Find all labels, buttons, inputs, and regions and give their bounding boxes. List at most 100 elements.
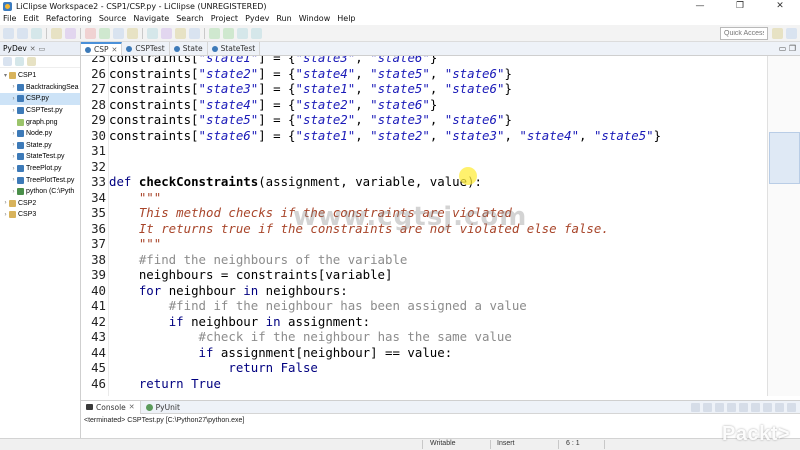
minimize-view-icon[interactable] [775, 403, 784, 412]
chevron-down-icon[interactable]: ▾ [2, 72, 9, 79]
print-icon[interactable] [65, 27, 76, 39]
close-icon[interactable]: ✕ [129, 403, 135, 411]
chevron-right-icon[interactable]: › [10, 177, 17, 183]
pydev-package-explorer: PyDev ✕ ▭ ▾ CSP1 › BacktrackingSea › CSP… [0, 42, 81, 450]
next-annotation-icon[interactable] [209, 27, 220, 39]
clear-console-icon[interactable] [715, 403, 724, 412]
code-line: 31 [81, 143, 767, 159]
tab-console[interactable]: Console ✕ [81, 400, 141, 414]
chevron-right-icon[interactable]: › [10, 108, 17, 114]
code-editor[interactable]: 25 constraints["state1"] = {"state3", "st… [81, 56, 767, 396]
minimize-button[interactable]: — [680, 0, 720, 12]
chevron-right-icon[interactable]: › [10, 189, 17, 195]
python-file-icon [17, 83, 24, 91]
pen-icon[interactable] [175, 27, 186, 39]
maximize-view-icon[interactable] [787, 403, 796, 412]
save-icon[interactable] [17, 27, 28, 39]
scrollbar-thumb[interactable] [769, 132, 800, 184]
explorer-tab[interactable]: PyDev ✕ ▭ [0, 42, 80, 56]
menu-project[interactable]: Project [211, 14, 238, 23]
chevron-right-icon[interactable]: › [10, 96, 17, 102]
code-line: 43 #check if the neighbour has the same … [81, 329, 767, 345]
run-icon[interactable] [99, 27, 110, 39]
menu-edit[interactable]: Edit [23, 14, 39, 23]
chevron-right-icon[interactable]: › [2, 200, 9, 206]
tree-item[interactable]: graph.png [0, 116, 80, 128]
menu-file[interactable]: File [3, 14, 16, 23]
tree-item[interactable]: › CSP2 [0, 198, 80, 210]
line-number: 41 [91, 298, 106, 313]
chevron-right-icon[interactable]: › [10, 142, 17, 148]
display-console-icon[interactable] [751, 403, 760, 412]
new-file-icon[interactable] [3, 27, 14, 39]
code-text: #check if the neighbour has the same val… [198, 329, 512, 344]
collapse-all-icon[interactable] [3, 57, 12, 66]
tab-csptest[interactable]: CSPTest [122, 42, 170, 55]
link-with-editor-icon[interactable] [15, 57, 24, 66]
settings-icon[interactable] [51, 27, 62, 39]
terminate-icon[interactable] [691, 403, 700, 412]
forward-icon[interactable] [251, 27, 262, 39]
previous-annotation-icon[interactable] [223, 27, 234, 39]
menu-source[interactable]: Source [99, 14, 126, 23]
tree-item[interactable]: › StateTest.py [0, 151, 80, 163]
chevron-right-icon[interactable]: › [10, 154, 17, 160]
pydev-perspective-icon[interactable] [786, 28, 797, 39]
code-line: 32 [81, 159, 767, 175]
menu-help[interactable]: Help [337, 14, 355, 23]
chevron-right-icon[interactable]: › [2, 212, 9, 218]
open-perspective-icon[interactable] [772, 28, 783, 39]
chevron-right-icon[interactable]: › [10, 84, 17, 90]
tree-item[interactable]: › BacktrackingSea [0, 82, 80, 94]
pin-console-icon[interactable] [739, 403, 748, 412]
line-number: 25 [91, 56, 106, 65]
tree-item[interactable]: › python (C:\Pyth [0, 186, 80, 198]
scroll-lock-icon[interactable] [727, 403, 736, 412]
tab-state[interactable]: State [170, 42, 208, 55]
status-insert-mode: Insert [497, 440, 515, 447]
menu-pydev[interactable]: Pydev [245, 14, 269, 23]
close-icon[interactable]: ✕ [30, 45, 36, 53]
quick-access-input[interactable] [720, 27, 768, 40]
toolbar-separator [142, 27, 143, 39]
save-all-icon[interactable] [31, 27, 42, 39]
toggle-mark-icon[interactable] [189, 27, 200, 39]
tree-item[interactable]: › Node.py [0, 128, 80, 140]
chevron-right-icon[interactable]: › [10, 131, 17, 137]
close-button[interactable]: ✕ [760, 0, 800, 12]
pyunit-icon [145, 403, 153, 411]
maximize-button[interactable]: ❐ [720, 0, 760, 12]
tab-statetest[interactable]: StateTest [208, 42, 261, 55]
tab-pyunit[interactable]: PyUnit [141, 401, 185, 414]
remove-launch-icon[interactable] [703, 403, 712, 412]
menu-run[interactable]: Run [276, 14, 291, 23]
editor-view-controls[interactable]: ▭ ❐ [779, 44, 796, 53]
tab-csp[interactable]: CSP ✕ [81, 42, 123, 55]
menu-navigate[interactable]: Navigate [133, 14, 169, 23]
tree-item[interactable]: › CSP3 [0, 209, 80, 221]
external-tools-icon[interactable] [127, 27, 138, 39]
open-type-icon[interactable] [147, 27, 158, 39]
tree-item[interactable]: › State.py [0, 140, 80, 152]
debug-icon[interactable] [85, 27, 96, 39]
code-text: """ [138, 236, 162, 251]
overview-ruler[interactable] [767, 56, 800, 396]
close-icon[interactable]: ✕ [112, 46, 118, 54]
tree-item-selected[interactable]: › CSP.py [0, 93, 80, 105]
back-icon[interactable] [237, 27, 248, 39]
menu-refactoring[interactable]: Refactoring [46, 14, 92, 23]
view-menu-icon[interactable] [27, 57, 36, 66]
chevron-right-icon[interactable]: › [10, 166, 17, 172]
tree-item[interactable]: › CSPTest.py [0, 105, 80, 117]
search-icon[interactable] [161, 27, 172, 39]
tree-item[interactable]: › TreePlotTest.py [0, 174, 80, 186]
menu-search[interactable]: Search [176, 14, 203, 23]
open-console-icon[interactable] [763, 403, 772, 412]
tree-item[interactable]: › TreePlot.py [0, 163, 80, 175]
tree-item[interactable]: ▾ CSP1 [0, 70, 80, 82]
code-line: 28 constraints["state4"] = {"state2", "st… [81, 97, 767, 113]
code-text: return True [138, 375, 221, 391]
menu-window[interactable]: Window [299, 14, 331, 23]
run-dropdown-icon[interactable] [113, 27, 124, 39]
minimize-view-icon[interactable]: ▭ [39, 45, 46, 53]
